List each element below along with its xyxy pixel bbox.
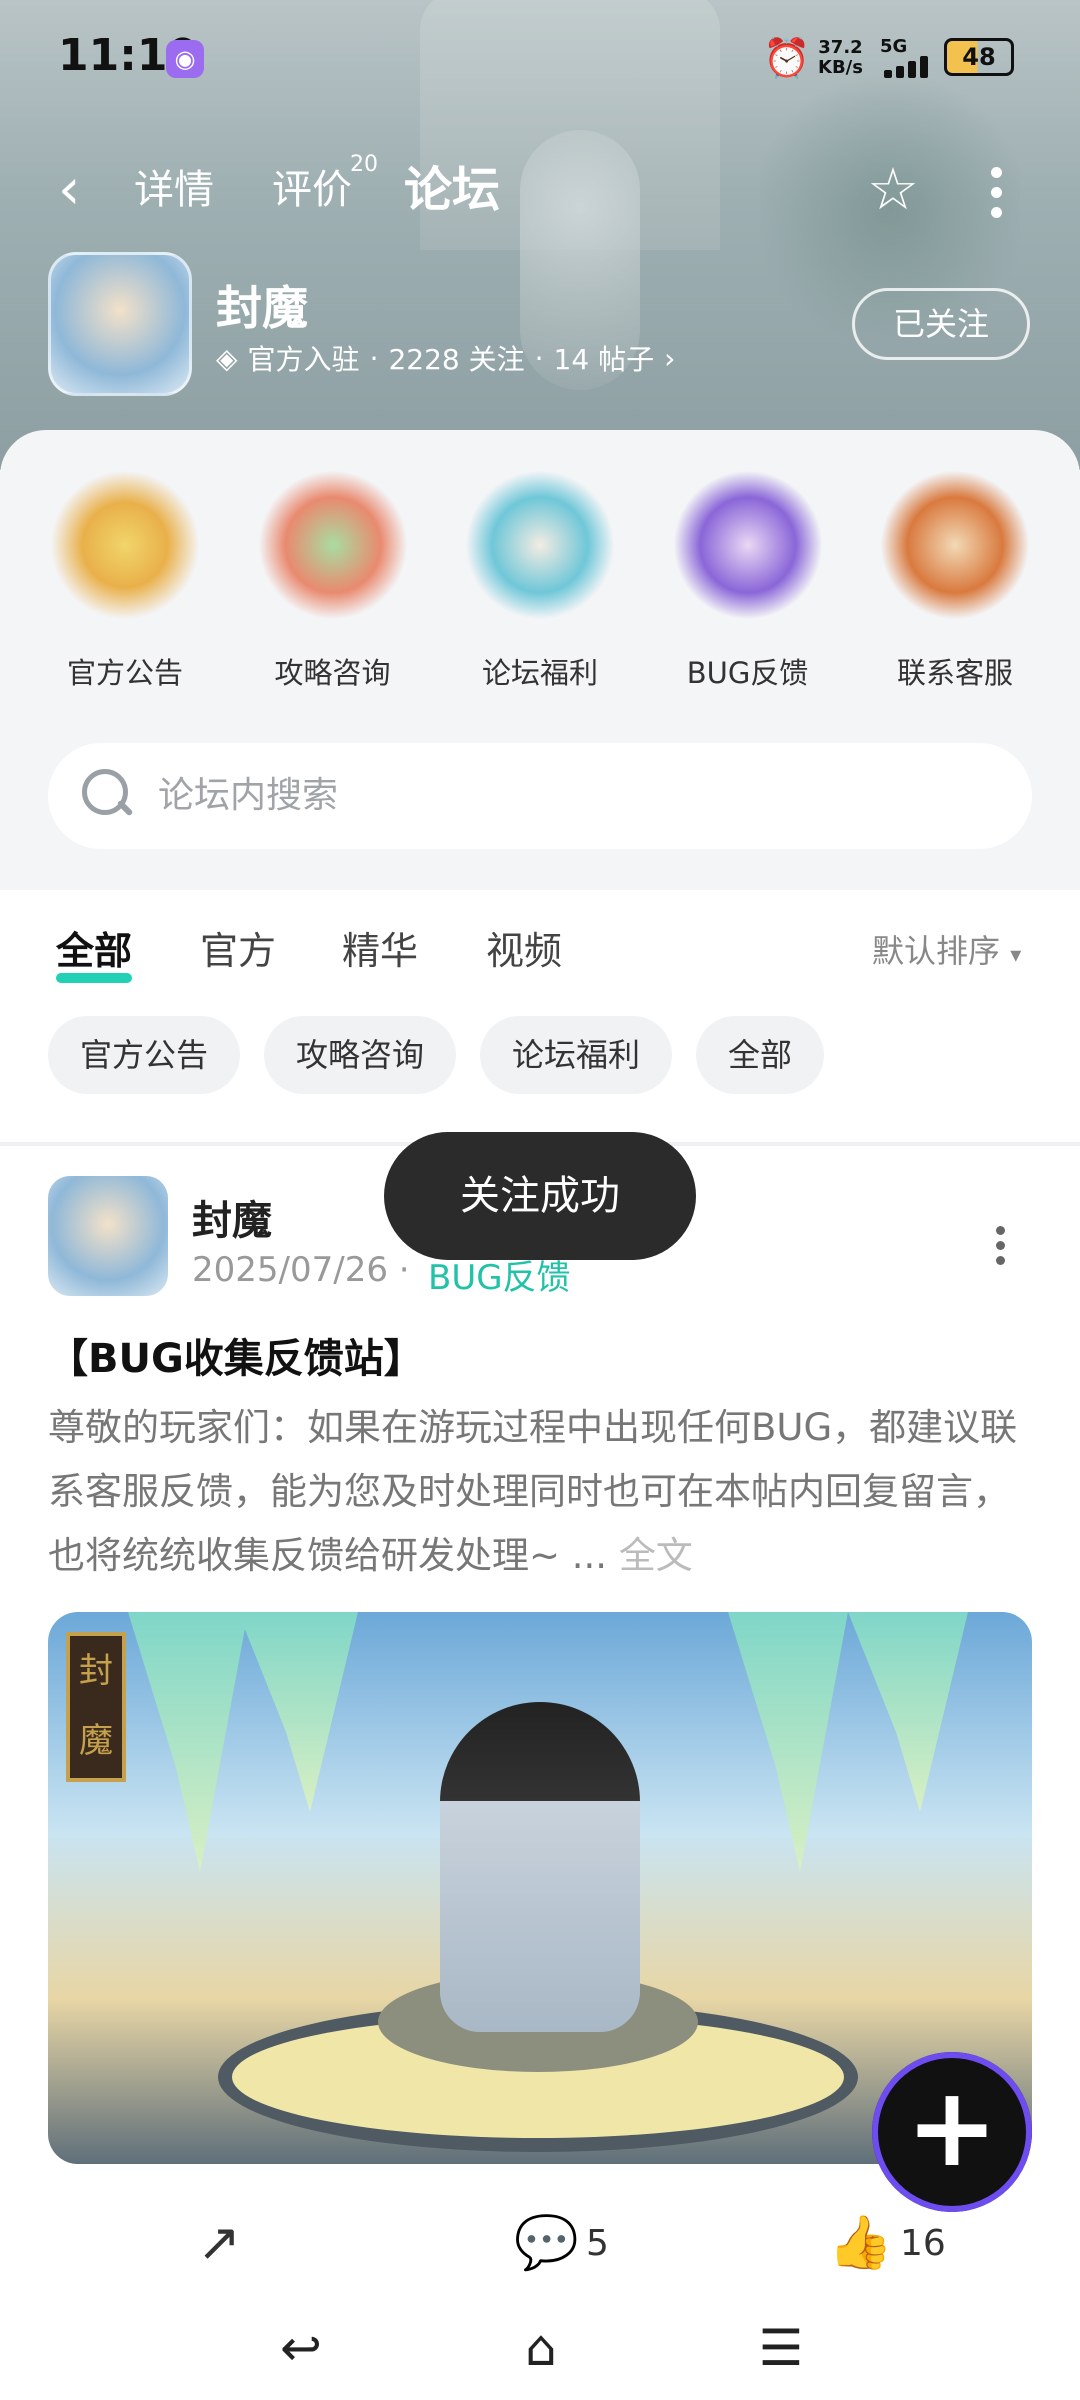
chevron-right-icon: ›	[664, 341, 676, 375]
search-placeholder: 论坛内搜索	[158, 775, 339, 816]
share-button[interactable]: ↗	[190, 2214, 248, 2272]
category-bug-feedback[interactable]: BUG反馈	[653, 470, 843, 690]
favorite-star-icon[interactable]: ☆	[862, 158, 924, 220]
category-list: 官方公告 攻略咨询 论坛福利 BUG反馈 联系客服	[30, 470, 1050, 690]
forum-category-card: 官方公告 攻略咨询 论坛福利 BUG反馈 联系客服 论坛内搜索	[0, 430, 1080, 890]
post-body-text: 尊敬的玩家们：如果在游玩过程中出现任何BUG，都建议联系客服反馈，能为您及时处理…	[48, 1406, 1018, 1577]
chip-guides[interactable]: 攻略咨询	[264, 1016, 457, 1094]
category-customer-service[interactable]: 联系客服	[860, 470, 1050, 690]
top-navigation: ‹ 详情 评价 20 论坛 ☆	[0, 150, 1080, 240]
crystal-art	[728, 1612, 848, 1872]
filter-tab-video[interactable]: 视频	[486, 920, 562, 975]
comment-icon: 💬	[514, 2213, 579, 2273]
more-options-icon[interactable]	[984, 158, 1008, 220]
mascot-purple-creature-icon	[672, 470, 823, 620]
system-menu-icon[interactable]: ☰	[746, 2318, 816, 2378]
toast-message: 关注成功	[384, 1132, 696, 1260]
meditating-character-art	[440, 1702, 640, 2032]
network-type: 5G	[880, 36, 908, 57]
game-logo-sign: 封魔	[66, 1632, 126, 1782]
review-count-badge: 20	[350, 152, 378, 177]
post-title[interactable]: 【BUG收集反馈站】	[48, 1326, 424, 1384]
post-body[interactable]: 尊敬的玩家们：如果在游玩过程中出现任何BUG，都建议联系客服反馈，能为您及时处理…	[48, 1396, 1032, 1588]
read-full-link[interactable]: 全文	[619, 1534, 693, 1577]
search-input[interactable]: 论坛内搜索	[48, 743, 1032, 849]
post-date: 2025/07/26 ·	[192, 1250, 410, 1290]
app-name: 封魔	[216, 281, 308, 335]
system-navigation-bar: ↩ ⌂ ☰	[0, 2300, 1080, 2400]
app-info: 封魔 ◈ 官方入驻 · 2228 关注 · 14 帖子 › 已关注	[48, 252, 1048, 402]
like-button[interactable]: 👍 16	[828, 2214, 946, 2272]
app-meta[interactable]: ◈ 官方入驻 · 2228 关注 · 14 帖子 ›	[216, 338, 675, 378]
subcategory-chips: 官方公告 攻略咨询 论坛福利 全部	[48, 1016, 825, 1094]
post-image[interactable]: 封魔	[48, 1612, 1032, 2164]
mascot-green-dragon-icon	[257, 470, 408, 620]
category-forum-benefits[interactable]: 论坛福利	[445, 470, 635, 690]
back-icon[interactable]: ‹	[58, 160, 80, 220]
mascot-orange-beast-icon	[880, 470, 1030, 620]
tab-forum[interactable]: 论坛	[404, 160, 501, 220]
comment-button[interactable]: 💬 5	[514, 2214, 609, 2272]
search-icon	[78, 765, 134, 821]
category-label: BUG反馈	[686, 656, 809, 690]
post-filter-tabs: 全部 官方 精华 视频 默认排序 ▾	[0, 890, 1080, 1000]
category-label: 论坛福利	[481, 656, 598, 690]
category-guides[interactable]: 攻略咨询	[238, 470, 428, 690]
sort-label: 默认排序	[872, 932, 1001, 970]
diamond-icon: ◈	[216, 341, 238, 375]
chip-all[interactable]: 全部	[696, 1016, 825, 1094]
official-label: 官方入驻	[247, 343, 360, 376]
tab-details[interactable]: 详情	[134, 160, 214, 220]
crystal-art	[128, 1612, 248, 1872]
category-official-announcements[interactable]: 官方公告	[30, 470, 220, 690]
separator-dot: ·	[369, 341, 379, 375]
post-author-name[interactable]: 封魔	[192, 1188, 272, 1246]
app-avatar[interactable]	[48, 252, 192, 396]
caret-down-icon: ▾	[1010, 943, 1022, 968]
post-author-avatar[interactable]	[48, 1176, 168, 1296]
comment-count: 5	[586, 2222, 609, 2264]
sort-dropdown[interactable]: 默认排序 ▾	[872, 926, 1021, 972]
mascot-white-dragon-icon	[465, 470, 615, 620]
filter-tab-featured[interactable]: 精华	[342, 920, 418, 975]
chip-official-announcements[interactable]: 官方公告	[48, 1016, 241, 1094]
posts-count: 14 帖子	[553, 343, 655, 376]
filter-tab-official[interactable]: 官方	[200, 920, 276, 975]
tab-reviews[interactable]: 评价	[272, 160, 352, 220]
system-home-icon[interactable]: ⌂	[506, 2318, 576, 2378]
notification-app-icon: ◉	[166, 40, 204, 78]
signal-bars-icon	[884, 56, 936, 78]
followers-count: 2228 关注	[388, 343, 525, 376]
chip-forum-benefits[interactable]: 论坛福利	[480, 1016, 673, 1094]
crystal-art	[238, 1612, 358, 1812]
category-label: 联系客服	[896, 656, 1013, 690]
follow-button[interactable]: 已关注	[852, 288, 1030, 360]
like-count: 16	[900, 2222, 946, 2264]
post-actions: ↗ 💬 5 👍 16	[0, 2200, 1080, 2290]
filter-tab-all[interactable]: 全部	[56, 920, 133, 983]
battery-indicator: 48	[944, 38, 1014, 76]
category-label: 官方公告	[66, 656, 183, 690]
crystal-art	[848, 1612, 968, 1812]
post-more-icon[interactable]	[992, 1220, 1008, 1280]
mascot-yellow-dragon-icon	[50, 470, 200, 620]
thumbs-up-icon: 👍	[828, 2213, 893, 2273]
alarm-icon: ⏰	[763, 36, 811, 80]
status-bar: 11:10 ◉ ⏰ 37.2 KB/s 5G 48	[0, 0, 1080, 110]
category-label: 攻略咨询	[274, 656, 391, 690]
create-post-button[interactable]: +	[872, 2052, 1032, 2212]
system-back-icon[interactable]: ↩	[266, 2318, 336, 2378]
separator-dot: ·	[534, 341, 544, 375]
network-speed: 37.2 KB/s	[818, 37, 863, 78]
share-icon: ↗	[197, 2213, 241, 2273]
